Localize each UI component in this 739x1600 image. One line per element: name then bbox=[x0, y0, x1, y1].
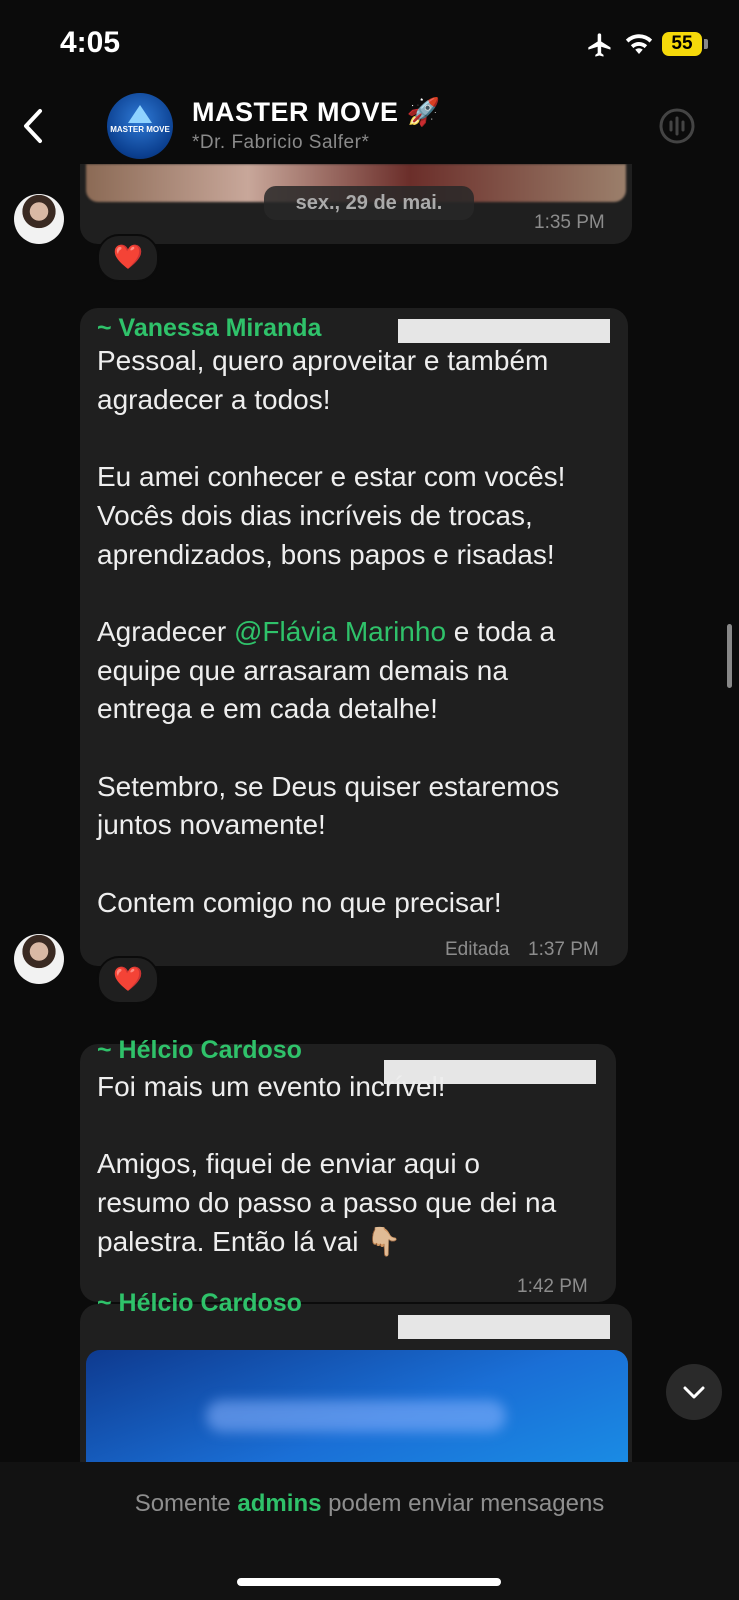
message-text: Foi mais um evento incrível! Amigos, fiq… bbox=[97, 1071, 557, 1257]
edited-label: Editada bbox=[445, 939, 510, 960]
voice-chat-icon[interactable] bbox=[657, 106, 697, 146]
sender-avatar[interactable] bbox=[14, 934, 64, 984]
message-time: 1:37 PM bbox=[528, 939, 599, 960]
airplane-mode-icon bbox=[588, 33, 611, 57]
sender-name[interactable]: ~ Vanessa Miranda bbox=[97, 314, 321, 343]
admins-link[interactable]: admins bbox=[237, 1490, 321, 1517]
reaction-badge[interactable]: ❤️ bbox=[97, 956, 159, 1004]
battery-icon: 55 bbox=[662, 32, 702, 56]
logo-mountain-icon bbox=[128, 105, 152, 123]
status-bar: 4:05 55 bbox=[0, 0, 739, 90]
sender-name[interactable]: ~ Hélcio Cardoso bbox=[97, 1036, 302, 1065]
mention-link[interactable]: @Flávia Marinho bbox=[234, 616, 446, 647]
blurred-image-text bbox=[206, 1400, 506, 1432]
scroll-indicator[interactable] bbox=[727, 624, 732, 688]
chevron-down-icon bbox=[683, 1386, 705, 1399]
message-time: 1:42 PM bbox=[517, 1276, 588, 1297]
avatar-logo-text: MASTER MOVE bbox=[110, 125, 170, 134]
sender-name[interactable]: ~ Hélcio Cardoso bbox=[97, 1289, 302, 1318]
group-avatar[interactable]: MASTER MOVE bbox=[107, 93, 173, 159]
clock: 4:05 bbox=[60, 26, 121, 59]
scroll-to-bottom-button[interactable] bbox=[666, 1364, 722, 1420]
battery-tip bbox=[704, 39, 708, 49]
sender-avatar[interactable] bbox=[14, 194, 64, 244]
chat-header: MASTER MOVE MASTER MOVE 🚀 *Dr. Fabricio … bbox=[0, 90, 739, 164]
admin-only-footer: Somente admins podem enviar mensagens bbox=[0, 1462, 739, 1600]
wifi-icon bbox=[625, 34, 653, 54]
date-separator: sex., 29 de mai. bbox=[264, 186, 474, 220]
message-text: Pessoal, quero aproveitar e também agrad… bbox=[97, 345, 566, 918]
message-image[interactable] bbox=[86, 1350, 628, 1462]
back-chevron-icon[interactable] bbox=[18, 106, 48, 146]
home-indicator[interactable] bbox=[237, 1578, 501, 1586]
message-list[interactable]: sex., 29 de mai. 1:35 PM ❤️ ~ Vanessa Mi… bbox=[0, 164, 739, 1462]
reaction-badge[interactable]: ❤️ bbox=[97, 234, 159, 282]
redacted-phone bbox=[398, 1315, 610, 1339]
message-time: 1:35 PM bbox=[534, 212, 605, 233]
group-title[interactable]: MASTER MOVE 🚀 bbox=[192, 96, 441, 128]
admin-only-notice: Somente admins podem enviar mensagens bbox=[134, 1490, 605, 1517]
redacted-phone bbox=[398, 319, 610, 343]
group-subtitle[interactable]: *Dr. Fabricio Salfer* bbox=[192, 132, 369, 154]
